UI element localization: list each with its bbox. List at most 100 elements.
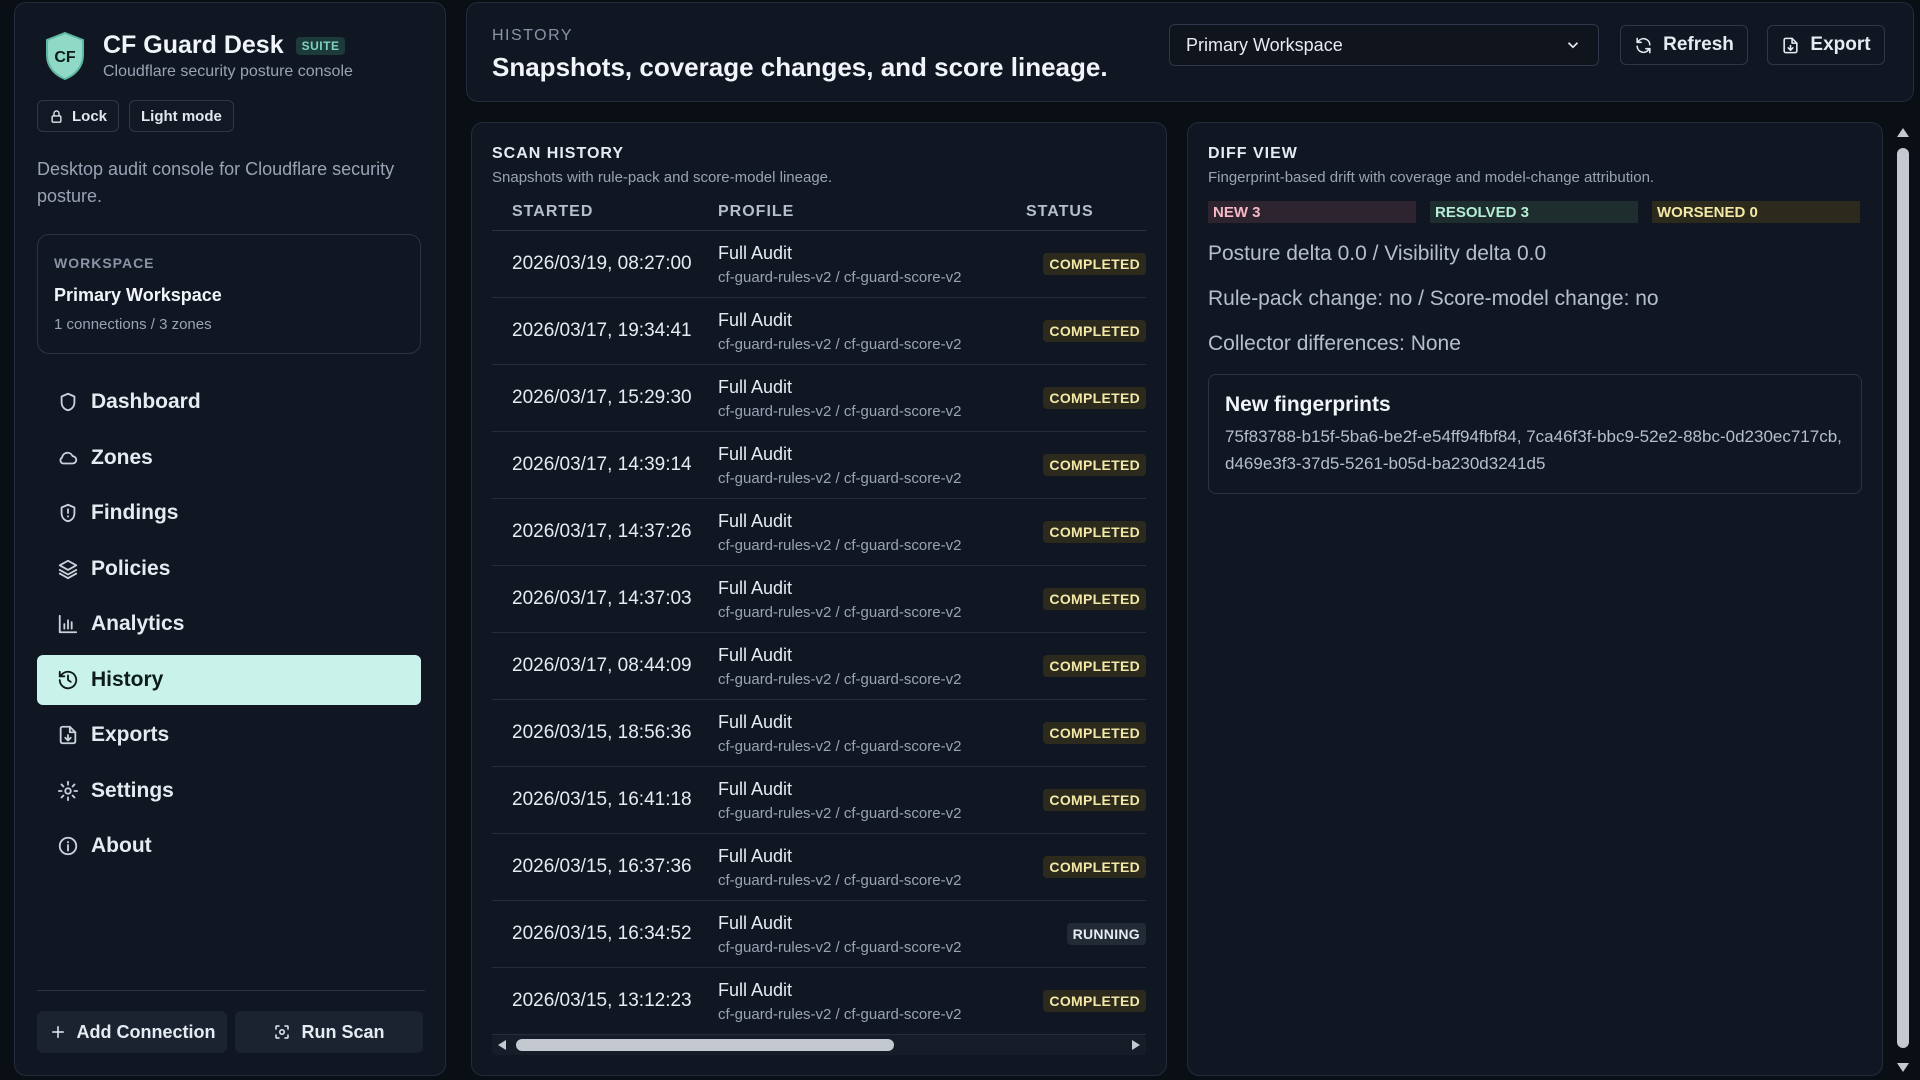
scroll-down-arrow-icon[interactable]	[1897, 1063, 1909, 1072]
profile-name: Full Audit	[718, 644, 793, 665]
started-cell: 2026/03/17, 14:37:03	[512, 588, 692, 609]
scrollbar-thumb[interactable]	[516, 1039, 894, 1051]
sidebar-item-label: Settings	[91, 778, 174, 802]
vertical-scrollbar[interactable]	[1894, 124, 1912, 1076]
light-mode-button[interactable]: Light mode	[129, 100, 234, 132]
profile-name: Full Audit	[718, 242, 793, 263]
sidebar-item-policies[interactable]: Policies	[37, 544, 421, 594]
history-icon	[58, 670, 78, 689]
sidebar-item-findings[interactable]: Findings	[37, 488, 421, 538]
lock-label: Lock	[72, 107, 108, 125]
cloud-icon	[59, 451, 78, 464]
horizontal-scrollbar[interactable]	[492, 1035, 1146, 1055]
table-row[interactable]: 2026/03/15, 13:12:23 Full Audit cf-guard-r…	[492, 968, 1146, 1035]
diff-view-title: DIFF VIEW	[1208, 145, 1298, 162]
started-cell: 2026/03/17, 14:39:14	[512, 454, 692, 475]
workspace-select[interactable]: Primary Workspace	[1169, 24, 1599, 66]
profile-lineage: cf-guard-rules-v2 / cf-guard-score-v2	[718, 268, 962, 286]
status-cell: COMPLETED	[1026, 722, 1146, 744]
profile-cell: Full Audit cf-guard-rules-v2 / cf-guard-s…	[718, 645, 1026, 688]
column-header-started[interactable]: STARTED	[492, 203, 718, 221]
workspace-name: Primary Workspace	[54, 285, 222, 305]
new-fingerprints-list: 75f83788-b15f-5ba6-be2f-e54ff94fbf84, 7c…	[1225, 427, 1842, 473]
shield-alert-icon	[60, 503, 76, 523]
info-icon	[58, 836, 78, 856]
started-cell: 2026/03/15, 16:41:18	[512, 789, 692, 810]
table-row[interactable]: 2026/03/17, 14:37:03 Full Audit cf-guard-r…	[492, 566, 1146, 633]
export-button[interactable]: Export	[1767, 25, 1885, 65]
scroll-right-arrow-icon[interactable]	[1132, 1040, 1140, 1050]
sidebar-item-about[interactable]: About	[37, 821, 421, 871]
file-export-icon	[1783, 37, 1799, 53]
column-header-status[interactable]: STATUS	[1026, 203, 1146, 221]
table-row[interactable]: 2026/03/17, 14:39:14 Full Audit cf-guard-r…	[492, 432, 1146, 499]
started-cell: 2026/03/19, 08:27:00	[512, 253, 692, 274]
table-header: STARTED PROFILE STATUS	[492, 203, 1146, 231]
sidebar-item-label: Dashboard	[91, 390, 201, 413]
status-cell: COMPLETED	[1026, 990, 1146, 1012]
app-description: Desktop audit console for Cloudflare sec…	[37, 159, 395, 206]
sidebar-item-exports[interactable]: Exports	[37, 710, 421, 760]
status-cell: COMPLETED	[1026, 856, 1146, 878]
started-cell: 2026/03/17, 08:44:09	[512, 655, 692, 676]
profile-name: Full Audit	[718, 778, 793, 799]
sidebar-item-label: Policies	[91, 556, 171, 580]
profile-name: Full Audit	[718, 577, 793, 598]
workspace-card[interactable]: WORKSPACE Primary Workspace 1 connection…	[37, 234, 421, 354]
sidebar-item-settings[interactable]: Settings	[37, 766, 421, 816]
diff-view-panel: DIFF VIEW Fingerprint-based drift with c…	[1187, 122, 1883, 1076]
scroll-left-arrow-icon[interactable]	[498, 1040, 506, 1050]
status-cell: RUNNING	[1026, 923, 1146, 945]
sidebar-item-zones[interactable]: Zones	[37, 433, 421, 483]
profile-name: Full Audit	[718, 979, 793, 1000]
table-row[interactable]: 2026/03/15, 18:56:36 Full Audit cf-guard-r…	[492, 700, 1146, 767]
gear-icon	[57, 780, 79, 801]
sidebar: CF CF Guard Desk SUITE Cloudflare securi…	[14, 2, 446, 1076]
started-cell: 2026/03/15, 18:56:36	[512, 722, 692, 743]
status-badge: COMPLETED	[1043, 320, 1146, 342]
refresh-button[interactable]: Refresh	[1620, 25, 1748, 65]
profile-cell: Full Audit cf-guard-rules-v2 / cf-guard-s…	[718, 243, 1026, 286]
run-scan-button[interactable]: Run Scan	[235, 1011, 423, 1053]
table-row[interactable]: 2026/03/17, 15:29:30 Full Audit cf-guard-r…	[492, 365, 1146, 432]
add-connection-button[interactable]: Add Connection	[37, 1011, 227, 1053]
status-badge: COMPLETED	[1043, 387, 1146, 409]
sidebar-item-dashboard[interactable]: Dashboard	[37, 377, 421, 427]
profile-name: Full Audit	[718, 443, 793, 464]
status-badge: COMPLETED	[1043, 454, 1146, 476]
table-row[interactable]: 2026/03/15, 16:41:18 Full Audit cf-guard-r…	[492, 767, 1146, 834]
status-cell: COMPLETED	[1026, 320, 1146, 342]
sidebar-item-history[interactable]: History	[37, 654, 421, 705]
new-fingerprints-title: New fingerprints	[1225, 393, 1391, 416]
scan-icon	[275, 1025, 290, 1039]
shield-logo-icon: CF	[46, 31, 84, 81]
status-badge: COMPLETED	[1043, 588, 1146, 610]
chevron-down-icon	[1567, 42, 1579, 49]
status-cell: COMPLETED	[1026, 789, 1146, 811]
scroll-up-arrow-icon[interactable]	[1897, 128, 1909, 137]
table-row[interactable]: 2026/03/17, 08:44:09 Full Audit cf-guard-r…	[492, 633, 1146, 700]
sidebar-nav: Dashboard Zones Findings Policies Analyt…	[37, 377, 421, 877]
file-export-icon	[59, 725, 77, 745]
started-cell: 2026/03/15, 13:12:23	[512, 990, 692, 1011]
run-scan-label: Run Scan	[301, 1021, 385, 1042]
table-row[interactable]: 2026/03/15, 16:34:52 Full Audit cf-guard-r…	[492, 901, 1146, 968]
table-row[interactable]: 2026/03/17, 14:37:26 Full Audit cf-guard-r…	[492, 499, 1146, 566]
status-badge: COMPLETED	[1043, 990, 1146, 1012]
scan-history-table: STARTED PROFILE STATUS 2026/03/19, 08:27…	[492, 203, 1146, 1035]
table-row[interactable]: 2026/03/15, 16:37:36 Full Audit cf-guard-r…	[492, 834, 1146, 901]
table-row[interactable]: 2026/03/19, 08:27:00 Full Audit cf-guard-r…	[492, 231, 1146, 298]
table-row[interactable]: 2026/03/17, 19:34:41 Full Audit cf-guard-r…	[492, 298, 1146, 365]
lock-icon	[51, 109, 62, 123]
status-cell: COMPLETED	[1026, 655, 1146, 677]
status-cell: COMPLETED	[1026, 253, 1146, 275]
add-connection-label: Add Connection	[76, 1021, 216, 1042]
status-cell: COMPLETED	[1026, 387, 1146, 409]
scrollbar-thumb[interactable]	[1897, 148, 1909, 1048]
sidebar-item-analytics[interactable]: Analytics	[37, 599, 421, 649]
sidebar-item-label: Exports	[91, 723, 170, 746]
column-header-profile[interactable]: PROFILE	[718, 203, 1026, 221]
worsened-count-badge: WORSENED 0	[1652, 201, 1860, 223]
lock-button[interactable]: Lock	[37, 100, 120, 132]
brand: CF CF Guard Desk SUITE Cloudflare securi…	[43, 31, 353, 81]
